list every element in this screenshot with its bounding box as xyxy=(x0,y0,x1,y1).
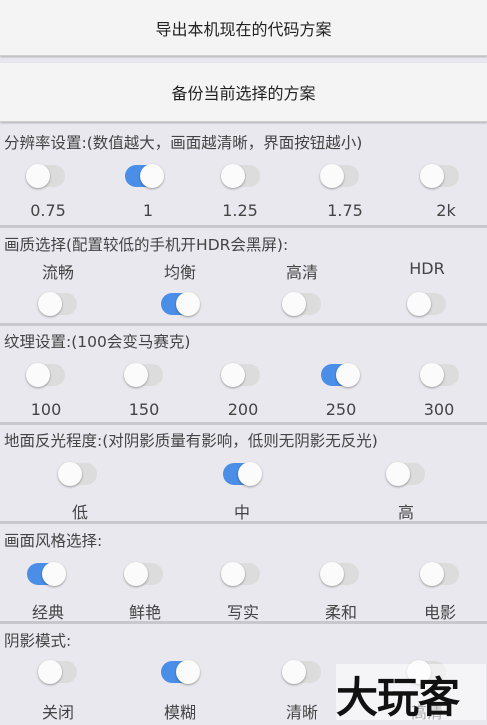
style-toggle-vivid[interactable] xyxy=(124,562,163,586)
divider xyxy=(0,521,487,524)
reflection-label-low: 低 xyxy=(71,503,89,522)
resolution-toggle-1.25[interactable] xyxy=(221,164,260,188)
quality-section-title: 画质选择(配置较低的手机开HDR会黑屏): xyxy=(4,236,289,254)
reflection-label-medium: 中 xyxy=(233,503,251,522)
quality-toggle-hdr[interactable] xyxy=(407,292,446,316)
texture-toggle-250[interactable] xyxy=(321,363,360,387)
texture-toggle-100[interactable] xyxy=(26,363,65,387)
shadow-section-title: 阴影模式: xyxy=(4,632,72,650)
reflection-toggle-high[interactable] xyxy=(386,462,425,486)
resolution-label-1.75: 1.75 xyxy=(327,201,363,220)
style-label-movie: 电影 xyxy=(423,603,457,622)
shadow-label-clear: 清晰 xyxy=(285,703,319,722)
watermark-logo: 大玩客 xyxy=(336,664,486,722)
texture-label-150: 150 xyxy=(128,400,160,419)
shadow-label-off: 关闭 xyxy=(41,703,75,722)
divider xyxy=(0,323,487,326)
texture-label-250: 250 xyxy=(325,400,357,419)
style-toggle-soft[interactable] xyxy=(320,562,359,586)
divider xyxy=(0,422,487,425)
texture-toggle-150[interactable] xyxy=(124,363,163,387)
texture-toggle-200[interactable] xyxy=(221,363,260,387)
reflection-label-high: 高 xyxy=(397,503,415,522)
resolution-toggle-0.75[interactable] xyxy=(26,164,65,188)
export-scheme-button[interactable]: 导出本机现在的代码方案 xyxy=(0,0,487,56)
quality-label-hdr: HDR xyxy=(409,259,445,278)
texture-label-300: 300 xyxy=(423,400,455,419)
resolution-label-2k: 2k xyxy=(436,201,456,220)
resolution-toggle-2k[interactable] xyxy=(420,164,459,188)
backup-scheme-button[interactable]: 备份当前选择的方案 xyxy=(0,63,487,122)
shadow-toggle-clear[interactable] xyxy=(282,660,321,684)
texture-toggle-300[interactable] xyxy=(420,363,459,387)
shadow-toggle-off[interactable] xyxy=(38,660,77,684)
style-toggle-realistic[interactable] xyxy=(221,562,260,586)
resolution-toggle-1[interactable] xyxy=(125,164,164,188)
resolution-toggle-1.75[interactable] xyxy=(320,164,359,188)
style-label-vivid: 鲜艳 xyxy=(128,603,162,622)
quality-label-hd: 高清 xyxy=(285,263,319,282)
resolution-label-0.75: 0.75 xyxy=(30,201,66,220)
style-label-classic: 经典 xyxy=(31,603,65,622)
resolution-label-1: 1 xyxy=(142,201,154,220)
texture-label-100: 100 xyxy=(30,400,62,419)
divider xyxy=(0,621,487,624)
quality-toggle-balanced[interactable] xyxy=(161,292,200,316)
texture-section-title: 纹理设置:(100会变马赛克) xyxy=(4,333,191,351)
quality-label-balanced: 均衡 xyxy=(163,263,197,282)
shadow-label-blur: 模糊 xyxy=(163,703,197,722)
style-label-soft: 柔和 xyxy=(324,603,358,622)
style-toggle-classic[interactable] xyxy=(27,562,66,586)
shadow-toggle-blur[interactable] xyxy=(161,660,200,684)
reflection-toggle-low[interactable] xyxy=(58,462,97,486)
style-section-title: 画面风格选择: xyxy=(4,532,103,550)
reflection-section-title: 地面反光程度:(对阴影质量有影响，低则无阴影无反光) xyxy=(4,432,378,450)
texture-label-200: 200 xyxy=(227,400,259,419)
style-label-realistic: 写实 xyxy=(226,603,260,622)
resolution-label-1.25: 1.25 xyxy=(222,201,258,220)
style-toggle-movie[interactable] xyxy=(420,562,459,586)
divider xyxy=(0,225,487,228)
quality-toggle-hd[interactable] xyxy=(282,292,321,316)
quality-label-smooth: 流畅 xyxy=(41,263,75,282)
quality-toggle-smooth[interactable] xyxy=(38,292,77,316)
reflection-toggle-medium[interactable] xyxy=(223,462,262,486)
resolution-section-title: 分辨率设置:(数值越大，画面越清晰，界面按钮越小) xyxy=(4,134,363,152)
